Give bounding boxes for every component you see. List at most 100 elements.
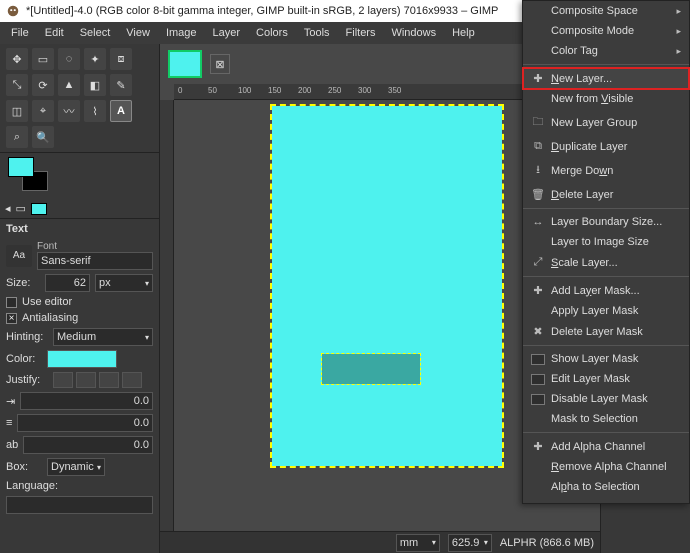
- left-dock: ✥ ▭ ◌ ✦ ⧈ ⤡ ⟳ ▲ ◧ ✎ ◫ ⌖ 〰 ⌇ A ⌕ 🔍 ◂ ▭: [0, 44, 160, 553]
- menu-remove-alpha-channel[interactable]: Remove Alpha Channel: [523, 457, 689, 477]
- size-label: Size:: [6, 277, 40, 289]
- justify-right-button[interactable]: [76, 372, 96, 388]
- tool-eraser[interactable]: ◫: [6, 100, 28, 122]
- ruler-tick: 50: [208, 86, 217, 95]
- toolbox: ✥ ▭ ◌ ✦ ⧈ ⤡ ⟳ ▲ ◧ ✎ ◫ ⌖ 〰 ⌇ A ⌕ 🔍: [0, 44, 159, 153]
- status-bar: mm▾ 625.9▾ ALPHR (868.6 MB): [160, 531, 600, 553]
- menu-select[interactable]: Select: [73, 25, 118, 41]
- zoom-select[interactable]: 625.9▾: [448, 534, 492, 552]
- tool-free-select[interactable]: ◌: [58, 48, 80, 70]
- menu-composite-mode[interactable]: Composite Mode▸: [523, 21, 689, 41]
- line-spacing-icon: ≡: [6, 417, 12, 429]
- canvas[interactable]: [272, 106, 502, 466]
- ruler-tick: 0: [178, 86, 182, 95]
- indent-icon: ⇥: [6, 395, 15, 408]
- tool-transform[interactable]: ⤡: [6, 74, 28, 96]
- menu-duplicate-layer[interactable]: ⧉Duplicate Layer: [523, 136, 689, 157]
- tool-move[interactable]: ✥: [6, 48, 28, 70]
- ruler-vertical[interactable]: [160, 100, 174, 531]
- menu-tools[interactable]: Tools: [297, 25, 337, 41]
- tool-warp[interactable]: ⟳: [32, 74, 54, 96]
- menu-scale-layer[interactable]: ⤢Scale Layer...: [523, 252, 689, 273]
- ruler-tick: 200: [298, 86, 311, 95]
- ruler-unit-select[interactable]: mm▾: [396, 534, 440, 552]
- justify-fill-button[interactable]: [122, 372, 142, 388]
- tool-fuzzy-select[interactable]: ✦: [84, 48, 106, 70]
- menu-edit-layer-mask: Edit Layer Mask: [523, 369, 689, 389]
- ruler-tick: 350: [388, 86, 401, 95]
- menu-delete-layer[interactable]: 🗑Delete Layer: [523, 184, 689, 205]
- menu-mask-to-selection: Mask to Selection: [523, 409, 689, 429]
- indent-input[interactable]: 0.0: [20, 392, 153, 410]
- menu-layer[interactable]: Layer: [206, 25, 248, 41]
- selection-marquee[interactable]: [322, 354, 420, 384]
- color-label: Color:: [6, 353, 42, 365]
- tool-gradient[interactable]: ◧: [84, 74, 106, 96]
- active-color-chip[interactable]: [31, 203, 47, 215]
- menu-help[interactable]: Help: [445, 25, 482, 41]
- font-input[interactable]: Sans-serif: [37, 252, 153, 270]
- use-editor-label: Use editor: [22, 296, 72, 308]
- menu-add-layer-mask[interactable]: ✚Add Layer Mask...: [523, 280, 689, 301]
- text-color-button[interactable]: [47, 350, 117, 368]
- tab-close-button[interactable]: ⊠: [210, 54, 230, 74]
- font-label: Font: [37, 241, 153, 252]
- antialias-label: Antialiasing: [22, 312, 78, 324]
- menu-file[interactable]: File: [4, 25, 36, 41]
- menu-composite-space[interactable]: Composite Space▸: [523, 1, 689, 21]
- menu-layer-boundary-size[interactable]: ↔Layer Boundary Size...: [523, 212, 689, 232]
- menu-new-layer-group[interactable]: 🗀New Layer Group: [523, 109, 689, 136]
- color-swatches: [0, 153, 159, 199]
- tool-pencil[interactable]: ✎: [110, 74, 132, 96]
- hinting-label: Hinting:: [6, 331, 48, 343]
- justify-left-button[interactable]: [53, 372, 73, 388]
- size-unit-select[interactable]: px▾: [95, 274, 153, 292]
- tool-text[interactable]: A: [110, 100, 132, 122]
- antialias-checkbox[interactable]: [6, 313, 17, 324]
- menu-edit[interactable]: Edit: [38, 25, 71, 41]
- menu-image[interactable]: Image: [159, 25, 204, 41]
- status-info: ALPHR (868.6 MB): [500, 537, 594, 549]
- tool-options-tab-icon[interactable]: ▭: [16, 202, 26, 215]
- tool-color-picker[interactable]: ⌕: [6, 126, 28, 148]
- tool-bucket[interactable]: ▲: [58, 74, 80, 96]
- box-select[interactable]: Dynamic▾: [47, 458, 105, 476]
- use-editor-checkbox[interactable]: [6, 297, 17, 308]
- app-icon: [6, 4, 20, 18]
- tool-rect-select[interactable]: ▭: [32, 48, 54, 70]
- window-title: *[Untitled]-4.0 (RGB color 8-bit gamma i…: [26, 5, 498, 17]
- arrow-left-icon[interactable]: ◂: [5, 202, 11, 215]
- menu-color-tag[interactable]: Color Tag▸: [523, 41, 689, 61]
- line-spacing-input[interactable]: 0.0: [17, 414, 153, 432]
- fg-color-swatch[interactable]: [8, 157, 34, 177]
- tool-path[interactable]: ⌇: [84, 100, 106, 122]
- layer-context-menu: Composite Space▸ Composite Mode▸ Color T…: [522, 0, 690, 504]
- tool-options-title: Text: [0, 219, 159, 239]
- size-input[interactable]: 62: [45, 274, 90, 292]
- menu-merge-down[interactable]: ⭳Merge Down: [523, 157, 689, 184]
- hinting-select[interactable]: Medium▾: [53, 328, 153, 346]
- tool-smudge[interactable]: 〰: [58, 100, 80, 122]
- language-input[interactable]: [6, 496, 153, 514]
- box-label: Box:: [6, 461, 42, 473]
- menu-new-layer[interactable]: ✚New Layer...: [523, 68, 689, 89]
- image-tab-thumbnail[interactable]: [168, 50, 202, 78]
- menu-windows[interactable]: Windows: [384, 25, 443, 41]
- menu-show-layer-mask: Show Layer Mask: [523, 349, 689, 369]
- dock-tabs: ◂ ▭: [0, 199, 159, 219]
- menu-filters[interactable]: Filters: [339, 25, 383, 41]
- menu-alpha-to-selection[interactable]: Alpha to Selection: [523, 477, 689, 497]
- tool-zoom[interactable]: 🔍: [32, 126, 54, 148]
- tool-crop[interactable]: ⧈: [110, 48, 132, 70]
- justify-center-button[interactable]: [99, 372, 119, 388]
- font-aa-badge[interactable]: Aa: [6, 245, 32, 267]
- ruler-tick: 150: [268, 86, 281, 95]
- tool-clone[interactable]: ⌖: [32, 100, 54, 122]
- menu-delete-layer-mask: ✖Delete Layer Mask: [523, 321, 689, 342]
- letter-spacing-icon: ab: [6, 439, 18, 451]
- menu-new-from-visible[interactable]: New from Visible: [523, 89, 689, 109]
- menu-layer-to-image-size[interactable]: Layer to Image Size: [523, 232, 689, 252]
- menu-view[interactable]: View: [119, 25, 157, 41]
- letter-spacing-input[interactable]: 0.0: [23, 436, 153, 454]
- menu-colors[interactable]: Colors: [249, 25, 295, 41]
